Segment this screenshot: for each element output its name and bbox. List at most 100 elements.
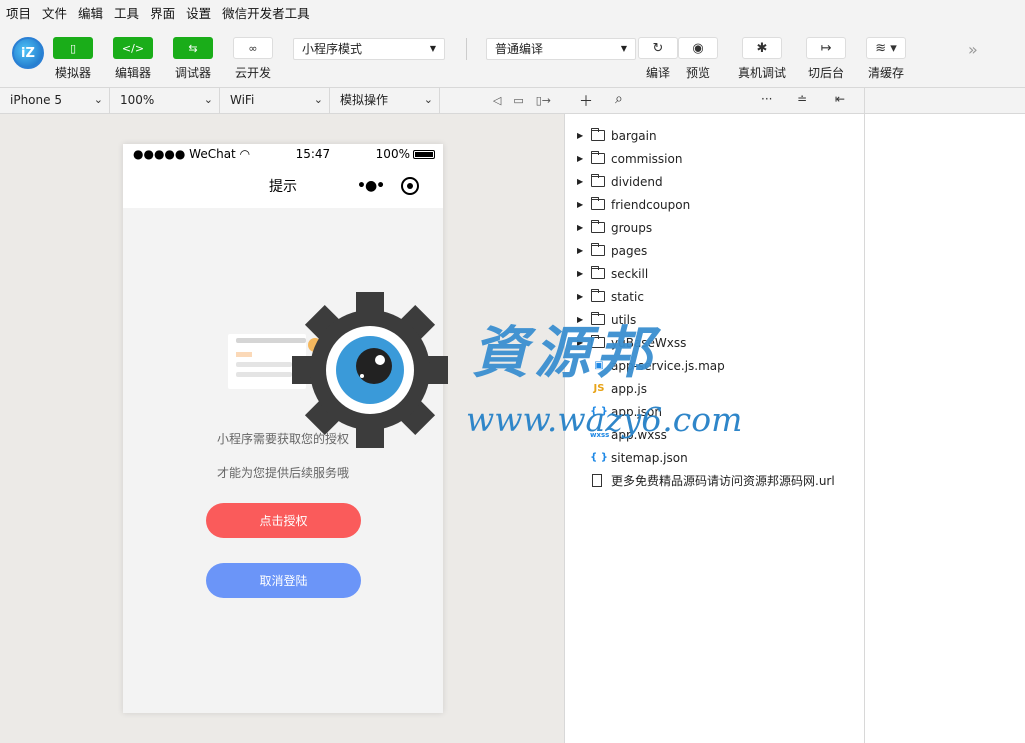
menu-item-devtools[interactable]: 微信开发者工具 [222, 3, 310, 22]
switch-background-button[interactable]: ↦ 切后台 [806, 37, 846, 81]
compile-select[interactable]: 普通编译 ▼ [486, 38, 636, 60]
simulator-panel: ●●●●● WeChat ◠ 15:47 100% 提示 •●• 小程序需要获取… [0, 114, 565, 743]
cloud-dev-label: 云开发 [234, 66, 271, 80]
tree-file-item[interactable]: ▣ app-service.js.map [565, 354, 865, 377]
chevron-right-icon[interactable]: ▶ [577, 338, 583, 347]
preview-button[interactable]: ◉ 预览 [678, 37, 718, 81]
tree-folder-item[interactable]: ▶ commission [565, 147, 865, 170]
tree-folder-item[interactable]: ▶ dividend [565, 170, 865, 193]
tree-item-label: yuBaseWxss [611, 335, 687, 350]
tree-folder-item[interactable]: ▶ groups [565, 216, 865, 239]
real-device-debug-button[interactable]: ✱ 真机调试 [738, 37, 786, 81]
authorize-button[interactable]: 点击授权 [206, 503, 361, 538]
zoom-select[interactable]: 100% ⌄ [110, 88, 220, 114]
tree-folder-item[interactable]: ▶ seckill [565, 262, 865, 285]
double-chevron-right-icon[interactable]: » [968, 40, 978, 59]
mute-icon[interactable]: ◁ [493, 94, 501, 107]
menu-item-view[interactable]: 界面 [150, 3, 175, 22]
caret-down-icon: ▼ [429, 44, 436, 53]
tree-file-item[interactable]: 更多免费精品源码请访问资源邦源码网.url [565, 469, 865, 492]
tree-item-label: utils [611, 312, 637, 327]
auth-message-2: 才能为您提供后续服务哦 [217, 466, 350, 480]
tree-item-label: groups [611, 220, 653, 235]
tree-folder-item[interactable]: ▶ bargain [565, 124, 865, 147]
folder-icon [591, 128, 605, 141]
chevron-right-icon[interactable]: ▶ [577, 131, 583, 140]
add-icon[interactable]: ＋ [579, 91, 593, 111]
tree-folder-item[interactable]: ▶ yuBaseWxss [565, 331, 865, 354]
tree-file-item[interactable]: wxss app.wxss [565, 423, 865, 446]
tree-item-label: sitemap.json [611, 450, 688, 465]
simulator-button[interactable]: ▯ 模拟器 [43, 37, 103, 81]
menu-item-settings[interactable]: 设置 [186, 3, 211, 22]
menu-item-tools[interactable]: 工具 [114, 3, 139, 22]
network-select[interactable]: WiFi ⌄ [220, 88, 330, 114]
chevron-down-icon: ⌄ [93, 93, 103, 106]
wxss-file-icon: wxss [590, 430, 610, 439]
chevron-right-icon[interactable]: ▶ [577, 269, 583, 278]
debugger-button[interactable]: ⇆ 调试器 [163, 37, 223, 81]
folder-icon [591, 151, 605, 164]
chevron-right-icon[interactable]: ▶ [577, 315, 583, 324]
status-time: 15:47 [295, 147, 331, 161]
network-select-value: WiFi [230, 93, 255, 107]
tree-folder-item[interactable]: ▶ friendcoupon [565, 193, 865, 216]
chevron-right-icon[interactable]: ▶ [577, 223, 583, 232]
folder-icon [591, 266, 605, 279]
tree-item-label: app.wxss [611, 427, 667, 442]
chevron-right-icon[interactable]: ▶ [577, 200, 583, 209]
tree-folder-item[interactable]: ▶ utils [565, 308, 865, 331]
folder-icon [591, 243, 605, 256]
chevron-down-icon: ⌄ [203, 93, 213, 106]
card-illustration [228, 334, 306, 389]
menu-item-edit[interactable]: 编辑 [78, 3, 103, 22]
menu-item-file[interactable]: 文件 [42, 3, 67, 22]
sort-icon[interactable]: ≐ [797, 92, 807, 106]
close-target-icon[interactable] [401, 177, 419, 195]
chevron-right-icon[interactable]: ▶ [577, 246, 583, 255]
more-dots-icon[interactable]: •●• [357, 178, 385, 194]
collapse-panel-icon[interactable]: ⇤ [835, 92, 845, 106]
detach-icon[interactable]: ▯→ [536, 94, 551, 107]
search-icon[interactable]: ⌕ [615, 91, 623, 107]
clear-cache-label: 清缓存 [867, 66, 904, 80]
device-select-value: iPhone 5 [10, 93, 62, 107]
folder-icon [591, 335, 605, 348]
chevron-right-icon[interactable]: ▶ [577, 177, 583, 186]
tree-item-label: bargain [611, 128, 657, 143]
editor-button[interactable]: </> 编辑器 [103, 37, 163, 81]
json-file-icon: { } [590, 452, 608, 463]
folder-icon [591, 220, 605, 233]
signal-carrier: ●●●●● WeChat ◠ [133, 147, 251, 161]
window-icon[interactable]: ▭ [513, 94, 523, 107]
tree-item-label: static [611, 289, 644, 304]
battery-status: 100% [376, 147, 435, 161]
tree-folder-item[interactable]: ▶ static [565, 285, 865, 308]
more-icon[interactable]: ··· [761, 92, 772, 106]
tree-item-label: app.js [611, 381, 647, 396]
mode-select[interactable]: 小程序模式 ▼ [293, 38, 445, 60]
switch-background-label: 切后台 [807, 66, 844, 80]
document-icon [592, 474, 602, 487]
mode-select-value: 小程序模式 [302, 42, 363, 56]
tree-item-label: seckill [611, 266, 649, 281]
chevron-right-icon[interactable]: ▶ [577, 292, 583, 301]
clear-cache-button[interactable]: ≋ ▾ 清缓存 [866, 37, 906, 81]
tree-folder-item[interactable]: ▶ pages [565, 239, 865, 262]
tree-file-item[interactable]: { } app.json [565, 400, 865, 423]
cancel-login-button[interactable]: 取消登陆 [206, 563, 361, 598]
compile-button[interactable]: ↻ 编译 [638, 37, 678, 81]
menu-item-project[interactable]: 项目 [6, 3, 31, 22]
file-explorer: ＋ ⌕ ··· ≐ ⇤ ▶ bargain ▶ commission ▶ dividend… [565, 88, 865, 743]
chevron-right-icon[interactable]: ▶ [577, 154, 583, 163]
chevron-down-icon: ⌄ [423, 93, 433, 106]
tree-file-item[interactable]: { } sitemap.json [565, 446, 865, 469]
tree-file-item[interactable]: JS app.js [565, 377, 865, 400]
simulate-operation-select[interactable]: 模拟操作 ⌄ [330, 88, 440, 114]
cloud-dev-button[interactable]: ∞ 云开发 [223, 37, 283, 81]
file-tree: ▶ bargain ▶ commission ▶ dividend ▶ friendcoupo… [565, 124, 865, 492]
avatar[interactable]: iZ [12, 37, 44, 69]
editor-pane-toolbar [865, 88, 1025, 114]
device-select[interactable]: iPhone 5 ⌄ [0, 88, 110, 114]
phone-status-bar: ●●●●● WeChat ◠ 15:47 100% [123, 144, 443, 164]
